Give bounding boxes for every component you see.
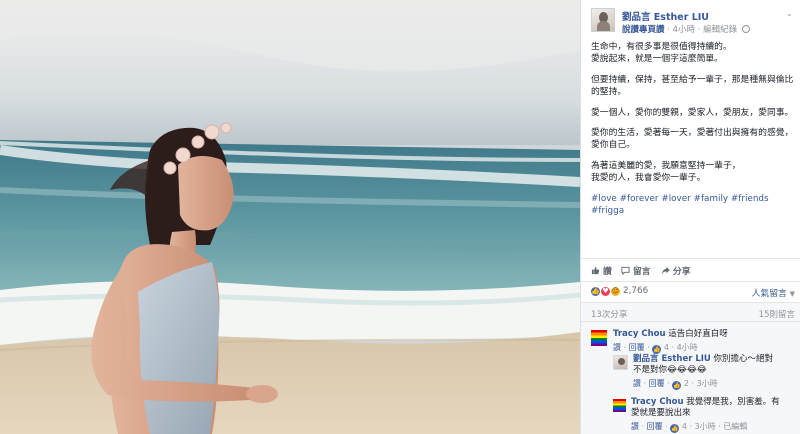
post-paragraph: 愛你的生活，愛著每一天，愛著付出與擁有的感覺，愛你自己。 [591, 128, 794, 151]
reactions-bar[interactable]: 👍 ♥ ☺ 2,766 人氣留言 ▼ [581, 281, 800, 301]
thumbs-up-icon [591, 266, 600, 275]
post-photo[interactable] [0, 0, 580, 434]
comment-icon [621, 266, 630, 275]
like-page-link[interactable]: 說讚專頁讚 [622, 25, 665, 35]
hashtag-link[interactable]: #forever [620, 194, 659, 204]
comment-actions: 讚 · 回覆 · 👍 4 · 3小時 · 已編輯 [631, 422, 748, 433]
post-time[interactable]: 4小時 [673, 25, 695, 35]
post-header: 劉品言 Esther LIU 說讚專頁讚 · 4小時 · 編輯紀錄 ⌄ [591, 8, 796, 38]
share-icon [661, 266, 670, 275]
comment-reply-link[interactable]: 回覆 [647, 422, 663, 431]
share-count[interactable]: 13次分享 [591, 308, 627, 320]
hashtag-link[interactable]: #family [694, 194, 729, 204]
author-name[interactable]: 劉品言 Esther LIU [622, 9, 709, 23]
hashtag-link[interactable]: #lover [661, 194, 690, 204]
like-count-icon: 👍 [672, 381, 682, 390]
comment-reply-link[interactable]: 回覆 [649, 379, 665, 388]
share-comment-stats: 13次分享 15則留言 [581, 302, 800, 322]
comment-author[interactable]: Tracy Chou [631, 397, 684, 407]
haha-reaction-icon: ☺ [610, 286, 621, 297]
comment-actions: 讚 · 回覆 · 👍 4 · 4小時 [613, 343, 698, 354]
comment-like-count[interactable]: 4 [682, 422, 687, 431]
comment-count[interactable]: 15則留言 [759, 308, 795, 320]
hashtag-link[interactable]: #frigga [591, 206, 624, 216]
comment-reply-link[interactable]: 回覆 [629, 343, 645, 352]
post-meta: 說讚專頁讚 · 4小時 · 編輯紀錄 [622, 23, 750, 35]
like-count-icon: 👍 [670, 424, 680, 433]
commenter-avatar[interactable] [591, 330, 607, 346]
caret-down-icon: ▼ [789, 290, 795, 298]
beach-photo-illustration [0, 0, 580, 434]
post-paragraph: 但要持續，保持，甚至給予一輩子，那是種無與倫比的堅持。 [591, 74, 794, 98]
comment-text: 我覺得是我，別害羞。有 [686, 397, 780, 407]
comment-author[interactable]: 劉品言 Esther LIU [633, 354, 711, 364]
share-button[interactable]: 分享 [661, 264, 691, 277]
hashtag-link[interactable]: #love [591, 194, 617, 204]
comment-like-link[interactable]: 讚 [631, 422, 639, 431]
comment-author[interactable]: Tracy Chou [613, 329, 666, 339]
comment-button[interactable]: 留言 [621, 264, 651, 277]
comment: Tracy Chou 這告白好直白呀 讚 · 回覆 · 👍 4 · 4小時 [613, 329, 798, 354]
like-button[interactable]: 讚 [591, 264, 612, 277]
post-paragraph: 生命中，有很多事是很值得持續的。 愛說起來，就是一個字這麼簡單。 [591, 42, 732, 65]
reply-author-avatar[interactable] [613, 355, 628, 370]
comment-like-link[interactable]: 讚 [633, 379, 641, 388]
comments-section: Tracy Chou 這告白好直白呀 讚 · 回覆 · 👍 4 · 4小時 劉品… [581, 322, 800, 434]
comment-text-cont: 不是對你😂😂😂😂 [633, 365, 707, 375]
post-actions: 讚 留言 分享 [581, 258, 800, 280]
comment-order-dropdown[interactable]: 人氣留言 ▼ [752, 286, 795, 299]
globe-icon [741, 25, 750, 33]
post-text: 生命中，有很多事是很值得持續的。 愛說起來，就是一個字這麼簡單。 但要持續，保持… [591, 41, 794, 225]
reply-author-avatar[interactable] [613, 399, 626, 412]
hashtag-link[interactable]: #friends [731, 194, 769, 204]
comment-time[interactable]: 4小時 [677, 343, 698, 352]
chevron-down-icon[interactable]: ⌄ [786, 10, 794, 18]
edit-history-link[interactable]: 編輯紀錄 [703, 25, 737, 35]
post-paragraph: 愛一個人，愛你的雙親，愛家人，愛朋友，愛同事。 [591, 107, 794, 118]
post-paragraph: 為著這美麗的愛，我願意堅持一輩子， 我愛的人，我會愛你一輩子。 [591, 160, 741, 184]
comment-like-link[interactable]: 讚 [613, 343, 621, 352]
comment-like-count[interactable]: 4 [664, 343, 669, 352]
reaction-count[interactable]: 2,766 [623, 286, 648, 296]
post-side-panel: 劉品言 Esther LIU 說讚專頁讚 · 4小時 · 編輯紀錄 ⌄ 生命中，… [580, 0, 800, 434]
comment-edited[interactable]: 已編輯 [723, 422, 747, 431]
author-avatar[interactable] [591, 8, 615, 32]
reply-comment: Tracy Chou 我覺得是我，別害羞。有 愛就是要說出來 讚 · 回覆 · … [631, 397, 799, 433]
reply-comment: 劉品言 Esther LIU 你別擔心～絕對 不是對你😂😂😂😂 讚 · 回覆 ·… [633, 354, 798, 390]
comment-time[interactable]: 3小時 [695, 422, 716, 431]
comment-actions: 讚 · 回覆 · 👍 2 · 3小時 [633, 379, 718, 390]
like-count-icon: 👍 [652, 345, 662, 354]
comment-like-count[interactable]: 2 [684, 379, 689, 388]
comment-time[interactable]: 3小時 [697, 379, 718, 388]
hashtags: #love #forever #lover #family #friends #… [591, 193, 794, 218]
comment-text: 你別擔心～絕對 [713, 354, 774, 364]
comment-text: 這告白好直白呀 [668, 329, 728, 339]
comment-text-cont: 愛就是要說出來 [631, 408, 691, 418]
